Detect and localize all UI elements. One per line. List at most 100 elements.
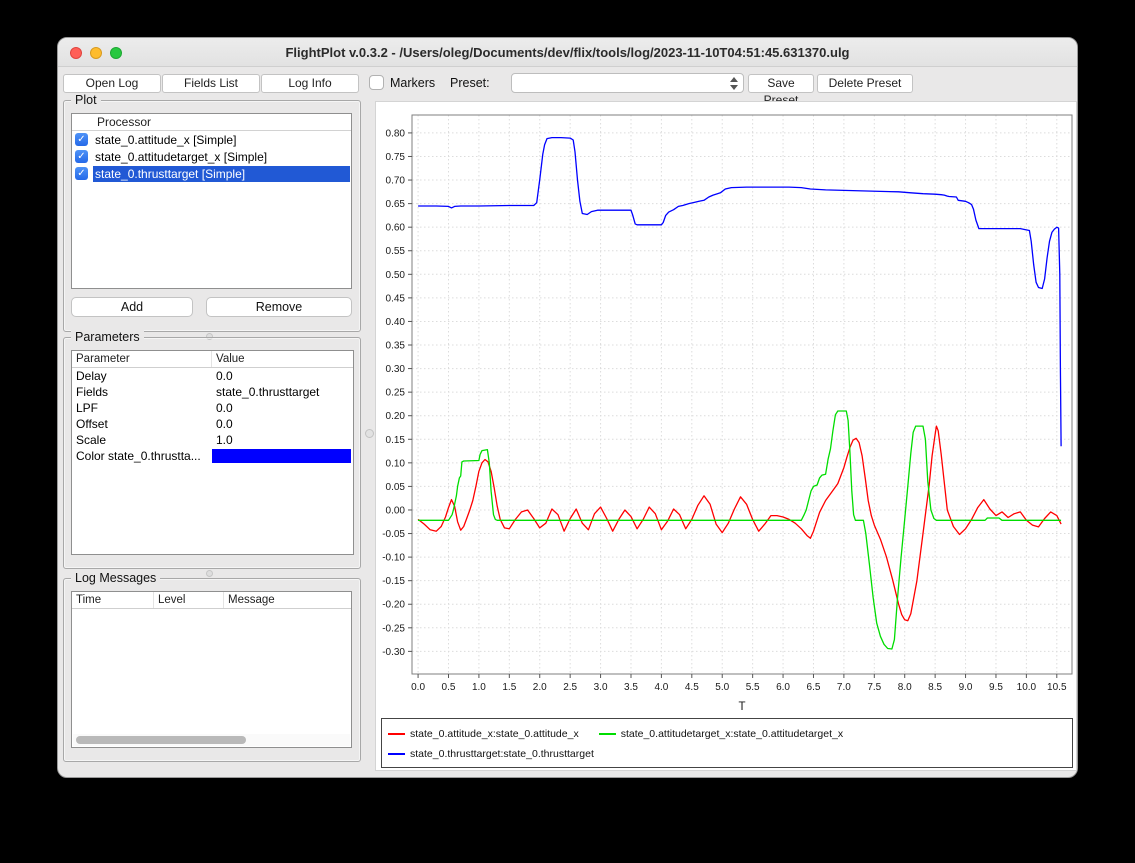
remove-button[interactable]: Remove	[206, 297, 352, 317]
svg-text:3.0: 3.0	[594, 682, 608, 693]
open-log-button[interactable]: Open Log	[63, 74, 161, 93]
processor-row[interactable]: ✓ state_0.thrusttarget [Simple]	[72, 165, 351, 182]
flight-plot-chart[interactable]: 0.00.51.01.52.02.53.03.54.04.55.05.56.06…	[376, 102, 1078, 772]
chart-panel: 0.00.51.01.52.02.53.03.54.04.55.05.56.06…	[375, 101, 1077, 771]
parameter-name: Scale	[72, 432, 212, 448]
processor-row[interactable]: ✓state_0.attitude_x [Simple]	[72, 131, 351, 148]
svg-text:7.5: 7.5	[867, 682, 881, 693]
parameter-row[interactable]: LPF0.0	[72, 400, 353, 416]
splitter-dot[interactable]	[206, 570, 213, 577]
svg-text:0.35: 0.35	[386, 341, 406, 352]
processor-row-label: state_0.attitudetarget_x [Simple]	[93, 149, 270, 165]
processor-row[interactable]: ✓ state_0.attitudetarget_x [Simple]	[72, 148, 351, 165]
preset-combobox[interactable]	[511, 73, 744, 93]
svg-text:T: T	[738, 701, 745, 713]
parameter-row[interactable]: Color state_0.thrustta...	[72, 448, 353, 464]
svg-text:0.15: 0.15	[386, 435, 406, 446]
pane-divider-handle[interactable]	[365, 429, 374, 438]
processor-list[interactable]: Processor ✓state_0.attitude_x [Simple]✓s…	[71, 113, 352, 289]
parameter-row[interactable]: Fieldsstate_0.thrusttarget	[72, 384, 353, 400]
svg-text:0.5: 0.5	[442, 682, 456, 693]
svg-text:4.0: 4.0	[654, 682, 668, 693]
svg-text:1.0: 1.0	[472, 682, 486, 693]
parameter-value: state_0.thrusttarget	[212, 384, 353, 400]
legend-item: state_0.attitudetarget_x:state_0.attitud…	[599, 728, 843, 740]
parameters-table-header: Parameter Value	[72, 351, 353, 368]
svg-text:5.5: 5.5	[746, 682, 760, 693]
svg-text:3.5: 3.5	[624, 682, 638, 693]
log-messages-group-title: Log Messages	[71, 571, 160, 585]
svg-text:9.5: 9.5	[989, 682, 1003, 693]
svg-text:2.0: 2.0	[533, 682, 547, 693]
markers-label: Markers	[390, 76, 435, 90]
log-info-button[interactable]: Log Info	[261, 74, 359, 93]
scrollbar-thumb[interactable]	[76, 736, 246, 744]
save-preset-button[interactable]: Save Preset	[748, 74, 814, 93]
toolbar: Open Log Fields List Log Info Markers Pr…	[58, 68, 1077, 100]
parameter-row[interactable]: Delay0.0	[72, 368, 353, 384]
svg-text:0.05: 0.05	[386, 482, 406, 493]
parameter-name: Color state_0.thrustta...	[72, 448, 212, 464]
svg-text:0.50: 0.50	[386, 270, 406, 281]
svg-text:0.10: 0.10	[386, 458, 406, 469]
parameters-table[interactable]: Parameter Value Delay0.0Fieldsstate_0.th…	[71, 350, 354, 555]
svg-text:8.0: 8.0	[898, 682, 912, 693]
svg-text:0.55: 0.55	[386, 246, 406, 257]
svg-text:6.0: 6.0	[776, 682, 790, 693]
legend-item: state_0.attitude_x:state_0.attitude_x	[388, 728, 579, 740]
color-swatch[interactable]	[212, 449, 351, 463]
legend-item: state_0.thrusttarget:state_0.thrusttarge…	[388, 748, 594, 760]
svg-text:2.5: 2.5	[563, 682, 577, 693]
fields-list-button[interactable]: Fields List	[162, 74, 260, 93]
preset-label: Preset:	[450, 76, 490, 90]
row-checkbox[interactable]: ✓	[75, 167, 88, 180]
svg-text:0.70: 0.70	[386, 176, 406, 187]
parameter-name: Delay	[72, 368, 212, 384]
svg-text:0.00: 0.00	[386, 505, 406, 516]
legend-label: state_0.attitude_x:state_0.attitude_x	[410, 728, 579, 740]
plot-group: Plot Processor ✓state_0.attitude_x [Simp…	[63, 100, 361, 332]
row-checkbox[interactable]: ✓	[75, 150, 88, 163]
parameters-group: Parameters Parameter Value Delay0.0Field…	[63, 337, 361, 569]
svg-text:0.80: 0.80	[386, 128, 406, 139]
legend-label: state_0.thrusttarget:state_0.thrusttarge…	[410, 748, 594, 760]
parameter-value: 0.0	[212, 400, 353, 416]
delete-preset-button[interactable]: Delete Preset	[817, 74, 913, 93]
svg-text:0.45: 0.45	[386, 293, 406, 304]
horizontal-scrollbar[interactable]	[73, 734, 350, 746]
plot-group-title: Plot	[71, 93, 101, 107]
parameter-value: 0.0	[212, 368, 353, 384]
svg-text:-0.25: -0.25	[382, 623, 405, 634]
parameter-row[interactable]: Offset0.0	[72, 416, 353, 432]
svg-text:5.0: 5.0	[715, 682, 729, 693]
log-messages-table-header: Time Level Message	[72, 592, 351, 609]
app-window: FlightPlot v.0.3.2 - /Users/oleg/Documen…	[57, 37, 1078, 778]
svg-text:0.20: 0.20	[386, 411, 406, 422]
parameter-name: LPF	[72, 400, 212, 416]
svg-text:-0.20: -0.20	[382, 600, 405, 611]
markers-checkbox[interactable]	[369, 75, 384, 90]
svg-text:-0.10: -0.10	[382, 553, 405, 564]
log-messages-group: Log Messages Time Level Message	[63, 578, 361, 762]
svg-text:-0.05: -0.05	[382, 529, 405, 540]
log-messages-table[interactable]: Time Level Message	[71, 591, 352, 748]
add-button[interactable]: Add	[71, 297, 193, 317]
processor-list-header: Processor	[72, 114, 351, 131]
legend-line-sample	[388, 733, 405, 735]
parameter-name: Offset	[72, 416, 212, 432]
parameter-name: Fields	[72, 384, 212, 400]
parameter-row[interactable]: Scale1.0	[72, 432, 353, 448]
processor-row-label: state_0.thrusttarget [Simple]	[93, 166, 350, 182]
chart-legend: state_0.attitude_x:state_0.attitude_xsta…	[381, 718, 1073, 768]
legend-line-sample	[388, 753, 405, 755]
svg-text:0.60: 0.60	[386, 223, 406, 234]
svg-text:8.5: 8.5	[928, 682, 942, 693]
combobox-stepper-icon[interactable]	[728, 76, 739, 91]
svg-text:10.0: 10.0	[1017, 682, 1037, 693]
svg-text:10.5: 10.5	[1047, 682, 1067, 693]
title-bar: FlightPlot v.0.3.2 - /Users/oleg/Documen…	[58, 38, 1077, 67]
row-checkbox[interactable]: ✓	[75, 133, 88, 146]
legend-line-sample	[599, 733, 616, 735]
parameters-group-title: Parameters	[71, 330, 144, 344]
svg-text:0.65: 0.65	[386, 199, 406, 210]
